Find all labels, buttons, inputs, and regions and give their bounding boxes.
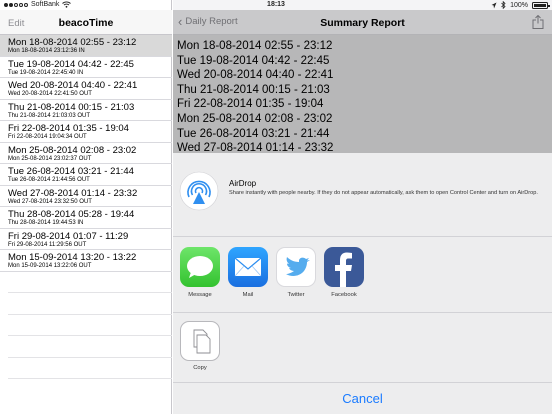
list-item-title: Mon 18-08-2014 02:55 - 23:12 [8,37,137,48]
detail-pane: ‹ Daily Report Summary Report Mon 18-08-… [173,0,552,414]
empty-list-row [8,293,172,315]
list-item-title: Mon 15-09-2014 13:20 - 13:22 [8,252,137,263]
list-item[interactable]: Thu 21-08-2014 00:15 - 21:03 Thu 21-08-20… [0,100,172,121]
list-item[interactable]: Mon 15-09-2014 13:20 - 13:22 Mon 15-09-20… [0,250,172,272]
report-line: Mon 25-08-2014 02:08 - 23:02 [177,112,333,125]
status-bar: SoftBank 18:13 100% [0,0,552,10]
list-item-title: Fri 22-08-2014 01:35 - 19:04 [8,123,129,134]
list-item-subtitle: Wed 27-08-2014 23:32:50 OUT [8,198,92,205]
empty-list-row [8,336,172,358]
list-item[interactable]: Tue 19-08-2014 04:42 - 22:45 Tue 19-08-20… [0,57,172,78]
report-line: Mon 18-08-2014 02:55 - 23:12 [177,40,333,52]
list-item-subtitle: Mon 15-09-2014 13:22:06 OUT [8,263,92,269]
battery-icon [532,1,550,9]
status-time: 18:13 [267,1,285,8]
list-item-subtitle: Fri 22-08-2014 19:04:34 OUT [8,134,87,140]
share-app-twitter[interactable]: Twitter [274,247,318,298]
report-line: Wed 20-08-2014 04:40 - 22:41 [177,69,334,82]
message-icon [180,247,220,287]
summary-report-text: Mon 18-08-2014 02:55 - 23:12 Tue 19-08-20… [173,35,552,153]
copy-action-button[interactable] [180,321,220,361]
master-title: beacoTime [58,17,114,29]
airdrop-description: Share instantly with people nearby. If t… [229,190,538,196]
empty-list-row [8,358,172,379]
twitter-icon [276,247,316,287]
bluetooth-icon [501,1,506,9]
mail-icon [228,247,268,287]
list-item-subtitle: Wed 20-08-2014 22:41:50 OUT [8,91,92,97]
share-app-label: Mail [242,292,254,298]
list-item[interactable]: Wed 27-08-2014 01:14 - 23:32 Wed 27-08-20… [0,186,172,207]
list-item-subtitle: Thu 21-08-2014 21:03:03 OUT [8,112,91,119]
list-item-title: Wed 20-08-2014 04:40 - 22:41 [8,80,138,91]
list-item-title: Tue 26-08-2014 03:21 - 21:44 [8,166,134,177]
battery-percent: 100% [510,1,528,9]
list-item[interactable]: Wed 20-08-2014 04:40 - 22:41 Wed 20-08-20… [0,78,172,100]
list-item[interactable]: Fri 29-08-2014 01:07 - 11:29 Fri 29-08-20… [0,229,172,250]
day-list: Mon 18-08-2014 02:55 - 23:12 Mon 18-08-20… [0,35,172,379]
copy-icon [193,329,211,354]
list-item-title: Fri 29-08-2014 01:07 - 11:29 [8,230,129,242]
list-item[interactable]: Tue 26-08-2014 03:21 - 21:44 Tue 26-08-20… [0,164,172,186]
cancel-button[interactable]: Cancel [173,382,552,414]
master-navigation-bar: Edit beacoTime [0,10,172,35]
share-icon[interactable] [532,15,544,29]
list-item-subtitle: Tue 26-08-2014 21:44:56 OUT [8,177,90,183]
list-item-subtitle: Fri 29-08-2014 11:29:56 OUT [8,241,87,248]
report-line: Tue 19-08-2014 04:42 - 22:45 [177,54,330,67]
airdrop-icon [179,171,219,211]
empty-list-row [8,272,172,293]
airdrop-title: AirDrop [229,179,257,188]
list-item-title: Thu 21-08-2014 00:15 - 21:03 [8,101,135,113]
facebook-icon [324,247,364,287]
detail-navigation-bar: ‹ Daily Report Summary Report [173,10,552,35]
report-line: Wed 27-08-2014 01:14 - 23:32 [177,142,334,153]
share-apps-row: Message Mail Twitter Facebook [173,238,552,313]
share-app-label: Message [188,292,212,298]
list-item[interactable]: Fri 22-08-2014 01:35 - 19:04 Fri 22-08-20… [0,121,172,143]
screen: Edit beacoTime Mon 18-08-2014 02:55 - 23… [0,0,552,414]
share-actions-row: Copy [173,314,552,379]
share-app-mail[interactable]: Mail [226,247,270,298]
share-sheet: AirDrop Share instantly with people near… [173,153,552,414]
share-app-label: Twitter [287,292,305,298]
list-item-title: Mon 25-08-2014 02:08 - 23:02 [8,144,137,156]
list-item[interactable]: Mon 25-08-2014 02:08 - 23:02 Mon 25-08-20… [0,143,172,164]
list-item-subtitle: Mon 18-08-2014 23:12:36 IN [8,48,85,54]
airdrop-section: AirDrop Share instantly with people near… [173,153,552,237]
location-icon [491,2,497,8]
list-item-subtitle: Tue 19-08-2014 22:45:40 IN [8,69,84,76]
share-app-facebook[interactable]: Facebook [322,247,366,298]
share-app-label: Facebook [331,292,357,298]
list-item-subtitle: Thu 28-08-2014 19:44:53 IN [8,220,84,226]
report-line: Thu 21-08-2014 00:15 - 21:03 [177,83,330,96]
copy-action-label: Copy [193,365,207,371]
detail-title: Summary Report [320,17,405,29]
list-item[interactable]: Thu 28-08-2014 05:28 - 19:44 Thu 28-08-20… [0,207,172,229]
master-pane: Edit beacoTime Mon 18-08-2014 02:55 - 23… [0,0,172,414]
share-app-message[interactable]: Message [178,247,222,298]
list-item-title: Thu 28-08-2014 05:28 - 19:44 [8,209,135,220]
list-item-title: Wed 27-08-2014 01:14 - 23:32 [8,187,138,199]
list-item-title: Tue 19-08-2014 04:42 - 22:45 [8,58,134,70]
list-item-subtitle: Mon 25-08-2014 23:02:37 OUT [8,155,92,162]
list-item[interactable]: Mon 18-08-2014 02:55 - 23:12 Mon 18-08-20… [0,35,172,57]
empty-list-row [8,315,172,336]
report-line: Fri 22-08-2014 01:35 - 19:04 [177,98,324,111]
report-line: Tue 26-08-2014 03:21 - 21:44 [177,127,330,140]
